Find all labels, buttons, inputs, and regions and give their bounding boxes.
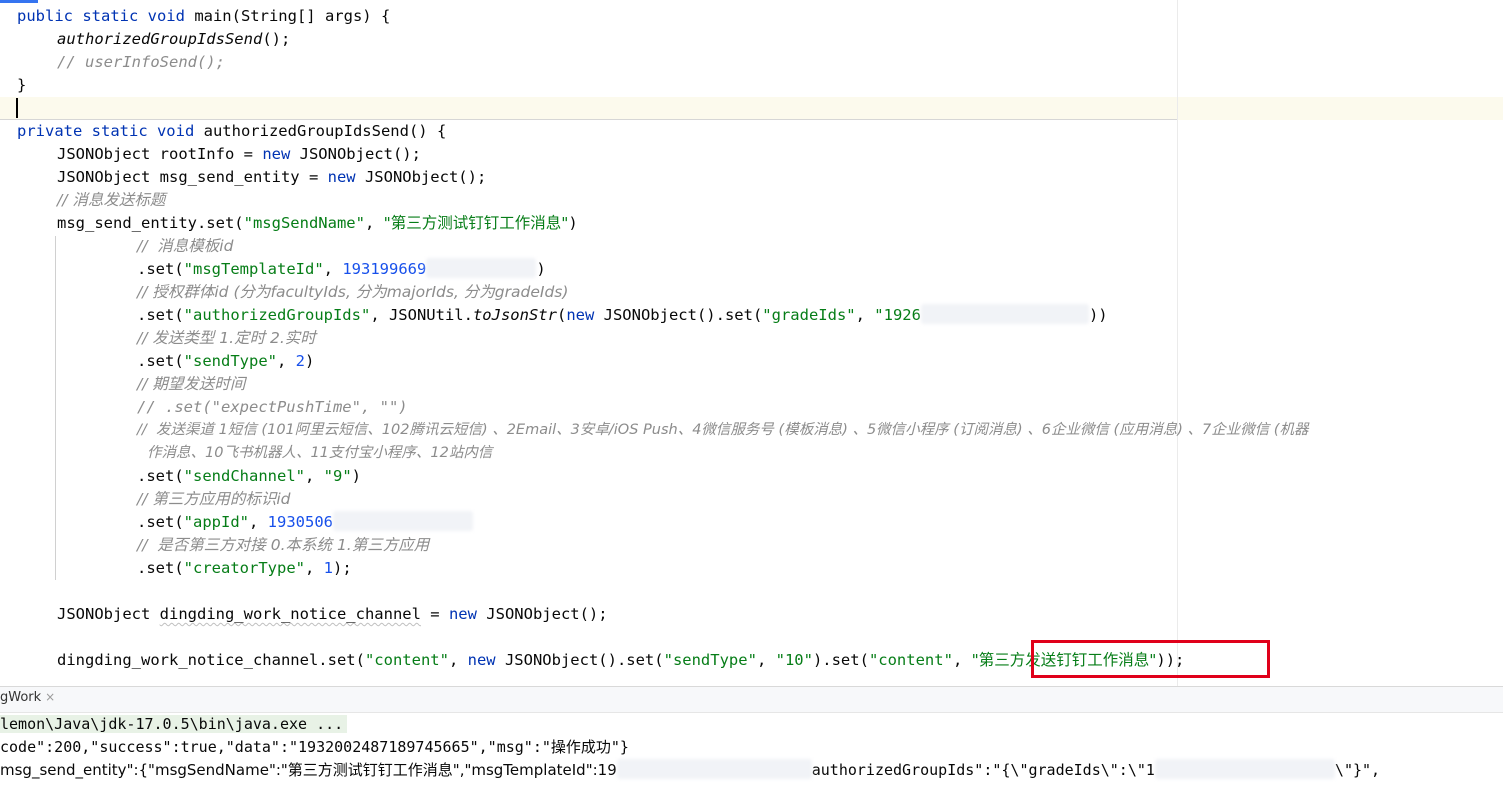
code-line-set-send-channel[interactable]: .set("sendChannel", "9") xyxy=(137,465,361,488)
redacted-console-template-id xyxy=(616,759,812,779)
code-line-set-send-type[interactable]: .set("sendType", 2) xyxy=(137,350,314,373)
console-line-entity[interactable]: msg_send_entity":{"msgSendName":"第三方测试钉钉… xyxy=(0,759,1380,782)
code-line-set-authorized-group[interactable]: .set("authorizedGroupIds", JSONUtil.toJs… xyxy=(137,304,1108,327)
code-line-dingding-set[interactable]: dingding_work_notice_channel.set("conten… xyxy=(57,649,1184,672)
code-line-set-app-id[interactable]: .set("appId", 1930506 xyxy=(137,511,473,534)
console-line-response[interactable]: code":200,"success":true,"data":"1932002… xyxy=(0,736,629,759)
code-line-comment-expect[interactable]: // 期望发送时间 xyxy=(137,373,245,396)
code-line-dingding-decl[interactable]: JSONObject dingding_work_notice_channel … xyxy=(57,603,608,626)
code-line-call-auth[interactable]: authorizedGroupIdsSend(); xyxy=(57,28,290,51)
red-highlight-annotation xyxy=(1031,640,1270,678)
redacted-grade-ids xyxy=(920,304,1089,324)
editor-tab-accent xyxy=(0,0,38,3)
code-line-method-signature[interactable]: private static void authorizedGroupIdsSe… xyxy=(17,120,446,143)
close-icon[interactable]: × xyxy=(45,690,55,704)
code-line-comment-send-type[interactable]: // 发送类型 1.定时 2.实时 xyxy=(137,327,316,350)
redacted-app-id xyxy=(333,511,473,531)
console-line-command[interactable]: lemon\Java\jdk-17.0.5\bin\java.exe ... xyxy=(0,713,348,736)
code-line-close-brace[interactable]: } xyxy=(17,74,26,97)
code-line-set-template-id[interactable]: .set("msgTemplateId", 193199669) xyxy=(137,258,546,281)
code-line-comment-userinfo[interactable]: // userInfoSend(); xyxy=(57,51,225,74)
code-line-main-signature[interactable]: public static void main(String[] args) { xyxy=(17,5,390,28)
code-line-comment-title[interactable]: // 消息发送标题 xyxy=(57,189,165,212)
code-editor[interactable]: public static void main(String[] args) {… xyxy=(0,0,1503,686)
code-line-msg-send-entity[interactable]: JSONObject msg_send_entity = new JSONObj… xyxy=(57,166,486,189)
redacted-console-grade-ids xyxy=(1154,759,1335,779)
code-line-set-creator-type[interactable]: .set("creatorType", 1); xyxy=(137,557,352,580)
code-line-comment-channel-wrap[interactable]: 作消息、10飞书机器人、11支付宝小程序、12站内信 xyxy=(147,442,492,465)
right-margin-guide xyxy=(1177,0,1178,686)
code-line-comment-expect-set[interactable]: // .set("expectPushTime", "") xyxy=(137,396,408,419)
run-tab[interactable]: gWork × xyxy=(0,690,55,705)
code-line-set-msg-send-name[interactable]: msg_send_entity.set("msgSendName", "第三方测… xyxy=(57,212,578,235)
run-tab-label: gWork xyxy=(0,690,42,705)
code-line-comment-template[interactable]: // 消息模板id xyxy=(137,235,233,258)
indent-guide xyxy=(55,236,56,580)
code-line-comment-app-id[interactable]: // 第三方应用的标识id xyxy=(137,488,291,511)
text-caret xyxy=(16,98,18,118)
run-panel: gWork × lemon\Java\jdk-17.0.5\bin\java.ex… xyxy=(0,686,1503,799)
code-line-comment-creator[interactable]: // 是否第三方对接 0.本系统 1.第三方应用 xyxy=(137,534,429,557)
redacted-template-id xyxy=(426,258,537,278)
code-line-comment-group[interactable]: // 授权群体id (分为facultyIds, 分为majorIds, 分为g… xyxy=(137,281,568,304)
code-line-root-info[interactable]: JSONObject rootInfo = new JSONObject(); xyxy=(57,143,421,166)
current-line-highlight xyxy=(0,97,1503,120)
run-panel-tabbar: gWork × xyxy=(0,686,1503,713)
code-line-comment-channel[interactable]: // 发送渠道 1短信 (101阿里云短信、102腾讯云短信) 、2Email、… xyxy=(137,419,1308,442)
